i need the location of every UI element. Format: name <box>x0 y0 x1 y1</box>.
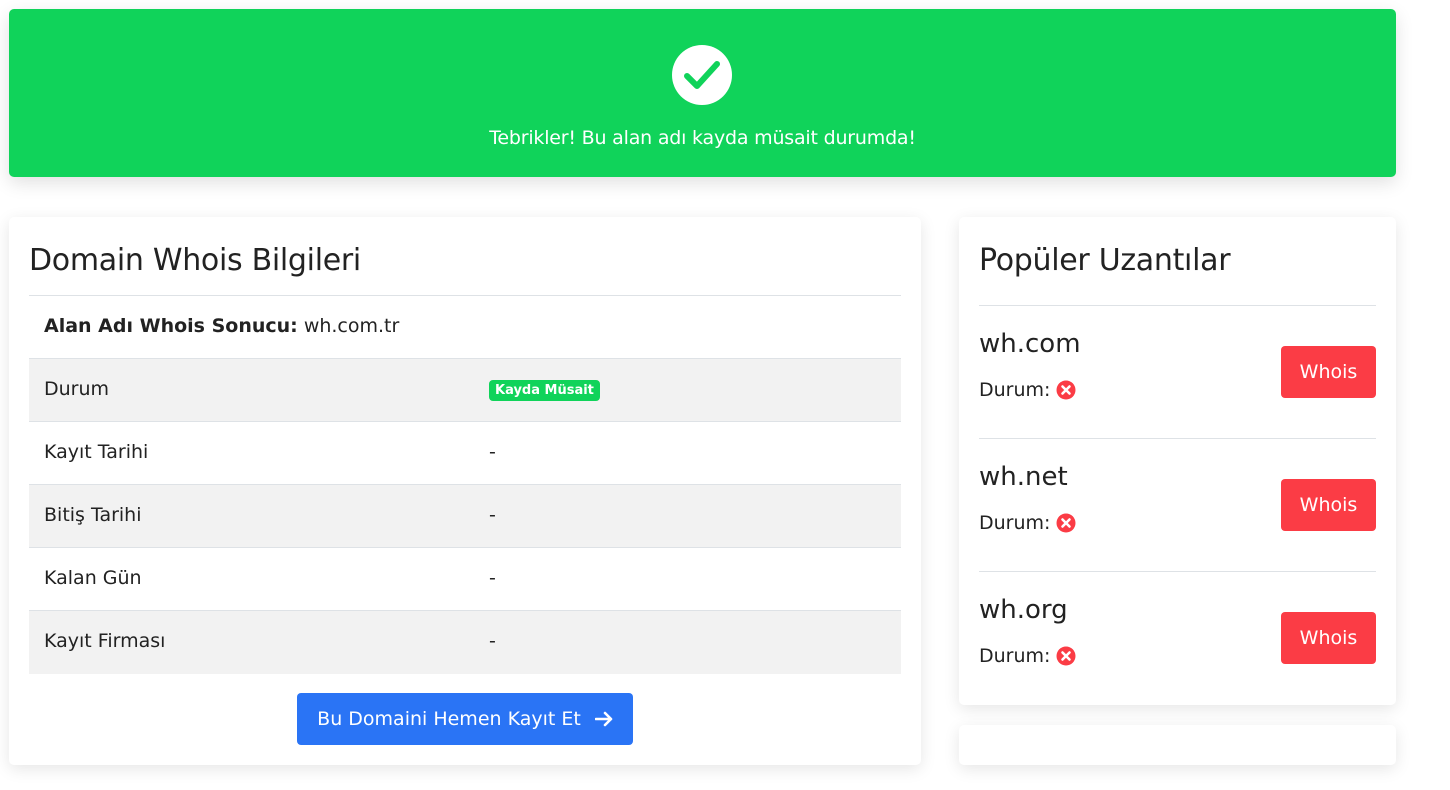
table-row-kayit-firmasi: Kayıt Firması - <box>29 611 901 674</box>
extension-domain: wh.net <box>979 462 1068 492</box>
table-row-kayit-tarihi: Kayıt Tarihi - <box>29 422 901 485</box>
x-circle-icon <box>1056 513 1076 533</box>
divider <box>979 571 1376 572</box>
row-label: Kayıt Firması <box>44 630 166 652</box>
whois-button[interactable]: Whois <box>1281 346 1376 398</box>
extension-domain: wh.org <box>979 595 1068 625</box>
status-label: Durum: <box>979 645 1051 667</box>
x-circle-icon <box>1056 646 1076 666</box>
row-value: - <box>489 504 496 526</box>
whois-result-label: Alan Adı Whois Sonucu: <box>44 315 298 337</box>
register-domain-button[interactable]: Bu Domaini Hemen Kayıt Et <box>297 693 633 745</box>
whois-result-value: wh.com.tr <box>303 315 400 337</box>
list-item: wh.org Durum: Whois <box>979 571 1376 704</box>
extension-status: Durum: <box>979 512 1076 534</box>
success-alert: Tebrikler! Bu alan adı kayda müsait duru… <box>9 9 1396 177</box>
row-value: - <box>489 630 496 652</box>
check-circle-icon <box>672 45 732 105</box>
popular-card-title: Popüler Uzantılar <box>979 243 1231 278</box>
status-label: Durum: <box>979 379 1051 401</box>
table-row-bitis-tarihi: Bitiş Tarihi - <box>29 485 901 548</box>
popular-extensions-card: Popüler Uzantılar wh.com Durum: Whois wh… <box>959 217 1396 705</box>
row-label: Bitiş Tarihi <box>44 504 142 526</box>
list-item: wh.com Durum: Whois <box>979 305 1376 438</box>
whois-result-row: Alan Adı Whois Sonucu: wh.com.tr <box>29 296 901 359</box>
register-button-label: Bu Domaini Hemen Kayıt Et <box>317 708 581 730</box>
extension-domain: wh.com <box>979 329 1081 359</box>
row-label: Kayıt Tarihi <box>44 441 149 463</box>
extension-status: Durum: <box>979 379 1076 401</box>
x-circle-icon <box>1056 380 1076 400</box>
row-value: - <box>489 441 496 463</box>
whois-table: Alan Adı Whois Sonucu: wh.com.tr Durum K… <box>29 296 901 674</box>
table-row-kalan-gun: Kalan Gün - <box>29 548 901 611</box>
whois-card: Domain Whois Bilgileri Alan Adı Whois So… <box>9 217 921 765</box>
divider <box>979 438 1376 439</box>
table-row-durum: Durum Kayda Müsait <box>29 359 901 422</box>
empty-card <box>959 725 1396 765</box>
status-badge: Kayda Müsait <box>489 380 600 401</box>
row-value: - <box>489 567 496 589</box>
extension-status: Durum: <box>979 645 1076 667</box>
divider <box>979 305 1376 306</box>
whois-card-title: Domain Whois Bilgileri <box>29 243 361 278</box>
whois-button[interactable]: Whois <box>1281 612 1376 664</box>
list-item: wh.net Durum: Whois <box>979 438 1376 571</box>
row-label: Kalan Gün <box>44 567 142 589</box>
arrow-right-icon <box>594 711 613 727</box>
whois-button[interactable]: Whois <box>1281 479 1376 531</box>
row-label: Durum <box>44 378 110 400</box>
alert-message: Tebrikler! Bu alan adı kayda müsait duru… <box>489 127 916 149</box>
status-label: Durum: <box>979 512 1051 534</box>
